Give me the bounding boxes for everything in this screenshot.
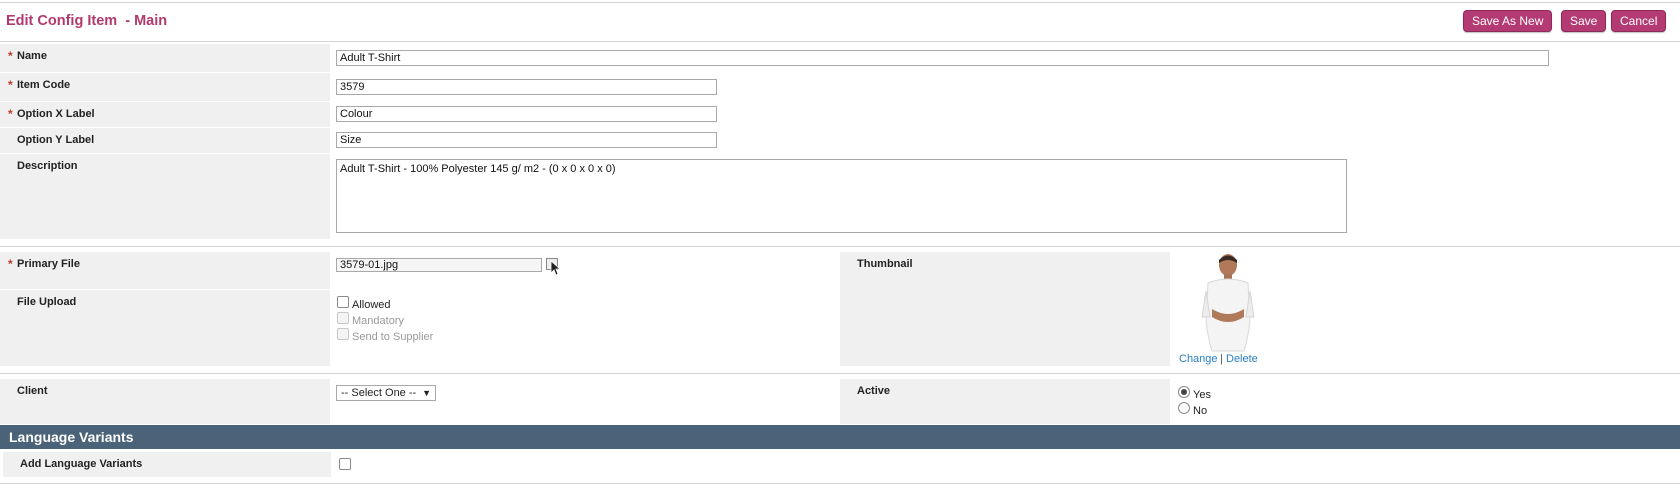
link-separator: |: [1220, 353, 1223, 365]
option-y-input[interactable]: [336, 132, 717, 148]
primary-file-label: Primary File: [17, 258, 80, 270]
item-code-input[interactable]: [336, 79, 717, 95]
active-yes-radio[interactable]: [1178, 386, 1190, 398]
language-variants-header: Language Variants: [0, 425, 1680, 449]
client-select-value: -- Select One --: [341, 387, 417, 399]
thumbnail-label-cell: Thumbnail: [840, 252, 1170, 366]
name-input[interactable]: [336, 50, 1549, 66]
description-label-cell: Description: [0, 154, 330, 239]
option-x-label-cell: * Option X Label: [0, 102, 330, 127]
change-thumbnail-link[interactable]: Change: [1179, 353, 1218, 365]
add-language-variants-label: Add Language Variants: [20, 458, 143, 470]
name-label: Name: [17, 50, 47, 62]
send-to-supplier-checkbox: [337, 328, 349, 340]
option-x-label: Option X Label: [17, 108, 95, 120]
add-language-variants-label-cell: Add Language Variants: [3, 452, 331, 477]
product-thumbnail-image: [1198, 251, 1258, 353]
top-divider: [0, 2, 1680, 3]
option-y-label-cell: Option Y Label: [0, 128, 330, 153]
active-no-label: No: [1193, 405, 1208, 417]
required-marker: *: [8, 78, 13, 92]
bottom-divider: [0, 483, 1680, 484]
client-label: Client: [17, 385, 48, 397]
mouse-cursor-icon: [550, 260, 560, 276]
active-label-cell: Active: [840, 379, 1170, 424]
cancel-button[interactable]: Cancel: [1611, 10, 1667, 32]
client-select[interactable]: -- Select One -- ▼: [336, 385, 436, 401]
primary-file-label-cell: * Primary File: [0, 252, 330, 289]
file-upload-label-cell: File Upload: [0, 290, 330, 366]
section-divider: [0, 373, 1680, 374]
mandatory-label: Mandatory: [352, 315, 404, 327]
section-divider: [0, 246, 1680, 247]
item-code-label: Item Code: [17, 79, 71, 91]
page-title: Edit Config Item - Main: [6, 13, 168, 29]
active-no-radio[interactable]: [1178, 402, 1190, 414]
send-to-supplier-label: Send to Supplier: [352, 331, 434, 343]
thumbnail-label: Thumbnail: [857, 258, 913, 270]
dropdown-arrow-icon: ▼: [422, 388, 431, 398]
active-label: Active: [857, 385, 891, 397]
file-upload-label: File Upload: [17, 296, 77, 308]
header-divider: [0, 41, 1680, 42]
delete-thumbnail-link[interactable]: Delete: [1226, 353, 1258, 365]
primary-file-input[interactable]: [336, 258, 542, 272]
allowed-checkbox[interactable]: [337, 296, 349, 308]
description-label: Description: [17, 160, 78, 172]
description-textarea[interactable]: Adult T-Shirt - 100% Polyester 145 g/ m2…: [336, 159, 1347, 233]
required-marker: *: [8, 107, 13, 121]
mandatory-checkbox: [337, 312, 349, 324]
option-x-input[interactable]: [336, 106, 717, 122]
save-as-new-button[interactable]: Save As New: [1463, 10, 1553, 32]
save-button[interactable]: Save: [1561, 10, 1607, 32]
allowed-label: Allowed: [352, 299, 391, 311]
option-y-label: Option Y Label: [17, 134, 95, 146]
client-label-cell: Client: [0, 379, 330, 424]
required-marker: *: [8, 257, 13, 271]
required-marker: *: [8, 49, 13, 63]
add-language-variants-checkbox[interactable]: [339, 458, 351, 470]
item-code-label-cell: * Item Code: [0, 73, 330, 101]
name-label-cell: * Name: [0, 44, 330, 72]
active-yes-label: Yes: [1193, 389, 1211, 401]
